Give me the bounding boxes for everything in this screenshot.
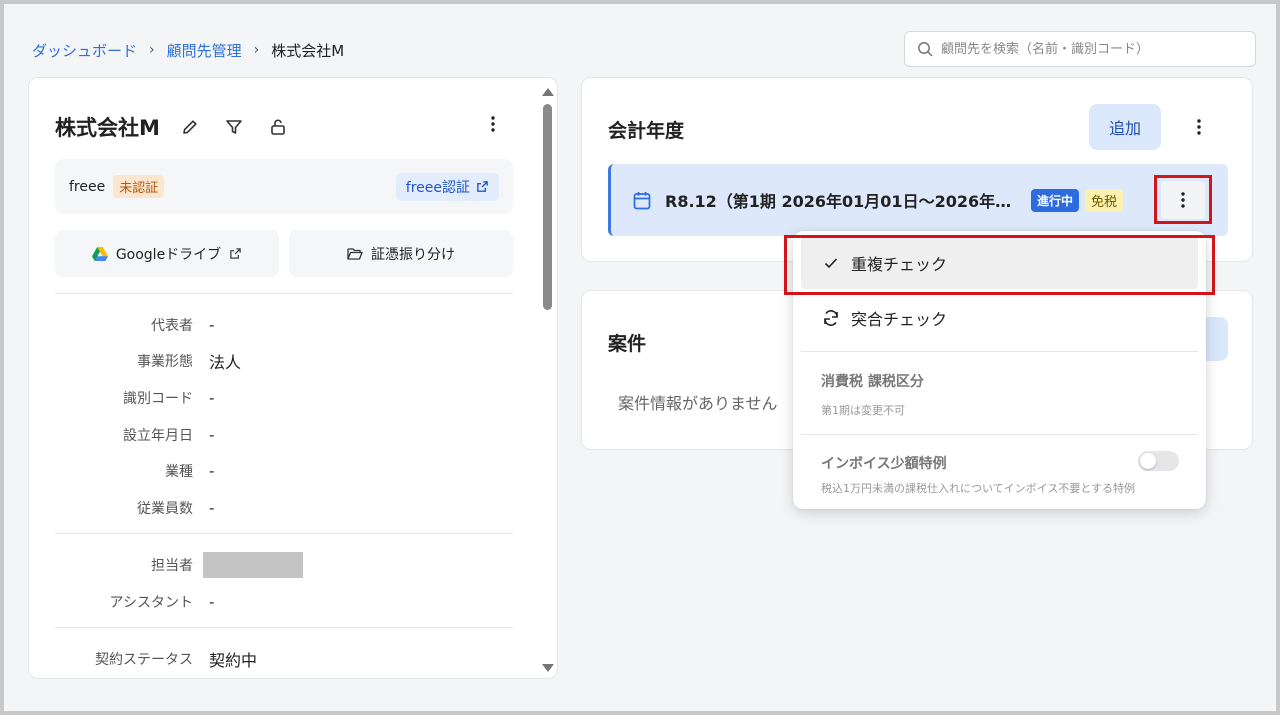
pencil-icon[interactable]	[176, 113, 204, 141]
toggle-knob	[1140, 453, 1156, 469]
field-value: -	[209, 389, 215, 407]
field-value: -	[209, 499, 215, 517]
breadcrumb-current: 株式会社M	[271, 41, 345, 60]
field-label: アシスタント	[109, 595, 193, 611]
divider	[55, 627, 513, 628]
tax-badge: 免税	[1085, 188, 1124, 212]
filter-icon[interactable]	[220, 113, 248, 141]
google-drive-button[interactable]: Googleドライブ	[55, 230, 279, 277]
scroll-thumb[interactable]	[543, 104, 552, 310]
field-value: -	[209, 316, 215, 334]
field-label: 事業形態	[137, 354, 193, 370]
search-input[interactable]	[941, 41, 1241, 57]
field-value: -	[209, 462, 215, 480]
divider	[55, 533, 513, 534]
search-box[interactable]	[904, 31, 1256, 67]
divider	[55, 293, 513, 294]
client-header: 株式会社M	[55, 112, 292, 142]
menu-item-reconcile-check[interactable]: 突合チェック	[801, 292, 1198, 344]
divider	[801, 434, 1198, 435]
cases-empty-message: 案件情報がありません	[618, 394, 778, 413]
freee-connection: freee 未認証 freee認証	[55, 159, 513, 214]
redacted-value	[203, 552, 303, 578]
google-drive-label: Googleドライブ	[115, 246, 222, 263]
invoice-exception-title: インボイス少額特例	[821, 456, 947, 472]
voucher-sort-button[interactable]: 証憑振り分け	[289, 230, 513, 277]
refresh-icon	[821, 309, 841, 327]
action-buttons: Googleドライブ 証憑振り分け	[55, 230, 513, 277]
fiscal-year-label: R8.12（第1期 2026年01月01日〜2026年…	[665, 192, 1012, 211]
field-contract-status: 契約ステータス 契約中	[55, 648, 513, 670]
field-value: 法人	[209, 353, 242, 372]
breadcrumb: ダッシュボード › 顧問先管理 › 株式会社M	[32, 39, 344, 61]
field-label: 業種	[165, 464, 193, 480]
status-badge: 進行中	[1031, 188, 1080, 212]
more-vertical-icon[interactable]	[1185, 113, 1213, 141]
breadcrumb-dashboard[interactable]: ダッシュボード	[32, 40, 137, 61]
highlight-annotation	[784, 235, 1215, 295]
add-fiscal-year-button[interactable]: 追加	[1089, 104, 1161, 150]
voucher-sort-label: 証憑振り分け	[371, 246, 455, 263]
cases-title: 案件	[608, 333, 647, 355]
field-id-code: 識別コード -	[55, 387, 513, 409]
fiscal-year-row-menu-button[interactable]	[1154, 175, 1212, 224]
app-frame: ダッシュボード › 顧問先管理 › 株式会社M 株式会社M	[4, 4, 1276, 711]
field-assistant: アシスタント -	[55, 591, 513, 613]
chevron-right-icon: ›	[149, 42, 155, 58]
more-vertical-icon[interactable]	[479, 110, 507, 138]
field-employees: 従業員数 -	[55, 497, 513, 519]
fiscal-year-row[interactable]: R8.12（第1期 2026年01月01日〜2026年… 進行中 免税	[608, 164, 1228, 236]
invoice-exception-note: 税込1万円未満の課税仕入れについてインボイス不要とする特例	[821, 482, 1136, 495]
field-value: -	[209, 426, 215, 444]
field-industry: 業種 -	[55, 460, 513, 482]
invoice-exception-toggle[interactable]	[1138, 451, 1179, 471]
scrollbar[interactable]	[539, 82, 554, 676]
freee-label: freee	[69, 178, 106, 195]
menu-item-label: 突合チェック	[851, 310, 948, 329]
field-value: -	[209, 593, 215, 611]
field-label: 識別コード	[123, 391, 193, 407]
field-person-in-charge: 担当者	[55, 552, 513, 578]
client-detail-card: 株式会社M freee 未認証 freee認証 Googleドライブ 証憑振り分…	[28, 77, 558, 679]
search-icon	[918, 42, 933, 57]
field-business-type: 事業形態 法人	[55, 350, 513, 372]
more-vertical-icon	[1181, 191, 1185, 208]
field-label: 担当者	[151, 558, 193, 574]
field-label: 契約ステータス	[95, 652, 193, 668]
external-link-icon	[230, 248, 241, 259]
scroll-down-arrow[interactable]	[542, 664, 554, 672]
field-label: 代表者	[151, 318, 193, 334]
status-badge: 未認証	[113, 175, 165, 198]
freee-auth-button[interactable]: freee認証	[395, 172, 499, 201]
divider	[801, 351, 1198, 352]
external-link-icon	[477, 181, 488, 192]
freee-auth-label: freee認証	[405, 179, 470, 196]
scroll-up-arrow[interactable]	[542, 88, 554, 96]
client-name: 株式会社M	[55, 116, 160, 140]
tax-category-title: 消費税 課税区分	[821, 374, 924, 390]
field-label: 設立年月日	[123, 428, 193, 444]
field-representative: 代表者 -	[55, 314, 513, 336]
fiscal-year-title: 会計年度	[608, 120, 685, 142]
breadcrumb-clients[interactable]: 顧問先管理	[167, 40, 242, 61]
field-value: 契約中	[209, 651, 258, 670]
field-label: 従業員数	[137, 501, 193, 517]
folder-open-icon	[347, 247, 363, 260]
google-drive-icon	[91, 246, 108, 261]
chevron-right-icon: ›	[253, 42, 260, 58]
field-established: 設立年月日 -	[55, 424, 513, 446]
tax-category-note: 第1期は変更不可	[821, 404, 905, 417]
calendar-icon	[633, 191, 651, 209]
unlock-icon[interactable]	[264, 113, 292, 141]
